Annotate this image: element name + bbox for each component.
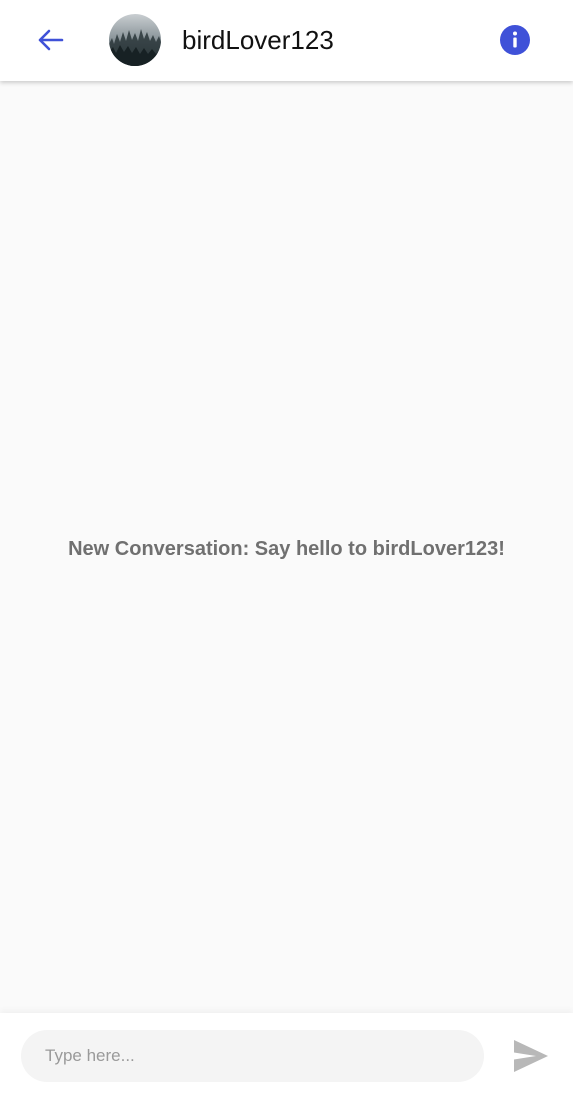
- chat-partner-name: birdLover123: [182, 25, 334, 55]
- avatar-image: [109, 14, 161, 66]
- send-button[interactable]: [510, 1036, 552, 1076]
- chat-screen: birdLover123 New Conversation: Say hello…: [0, 0, 573, 1093]
- empty-conversation-message: New Conversation: Say hello to birdLover…: [68, 538, 505, 560]
- back-button[interactable]: [30, 20, 70, 60]
- chat-header: birdLover123: [0, 0, 573, 81]
- avatar[interactable]: [109, 14, 161, 66]
- message-composer: [0, 1013, 573, 1093]
- info-button[interactable]: [498, 23, 532, 57]
- send-icon: [514, 1040, 548, 1072]
- arrow-left-icon: [38, 29, 64, 51]
- message-list[interactable]: New Conversation: Say hello to birdLover…: [0, 81, 573, 1013]
- info-icon: [500, 25, 530, 55]
- message-input[interactable]: [21, 1030, 484, 1082]
